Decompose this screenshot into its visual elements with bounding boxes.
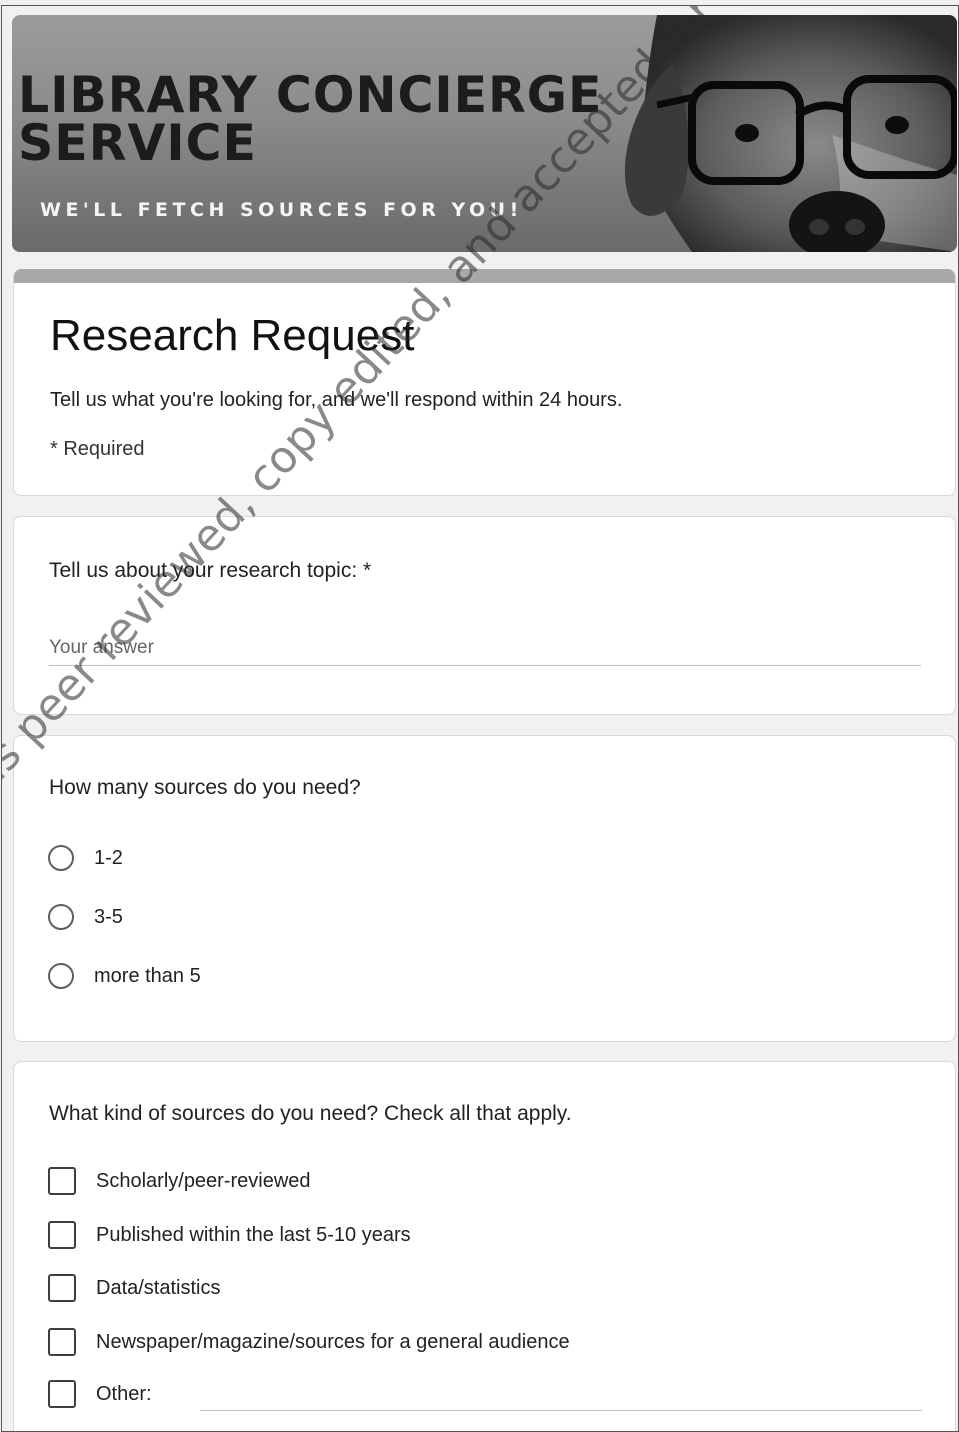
radio-option-label: more than 5 (94, 964, 201, 987)
radio-option-3-5[interactable]: 3-5 (48, 901, 123, 933)
checkbox-label: Published within the last 5-10 years (96, 1223, 411, 1246)
other-text-input[interactable] (200, 1410, 922, 1411)
question-topic-label: Tell us about your research topic: * (49, 559, 372, 582)
header-banner: LIBRARY CONCIERGE SERVICE WE'LL FETCH SO… (12, 15, 957, 252)
checkbox-other[interactable]: Other: (48, 1378, 152, 1410)
checkbox-label: Scholarly/peer-reviewed (96, 1169, 311, 1192)
question-count-card: How many sources do you need? 1-2 3-5 mo… (13, 735, 956, 1042)
radio-option-label: 1-2 (94, 846, 123, 869)
checkbox-recent[interactable]: Published within the last 5-10 years (48, 1219, 411, 1251)
checkbox[interactable] (48, 1274, 76, 1302)
radio-button[interactable] (48, 845, 74, 871)
dog-with-glasses-image (624, 15, 957, 252)
checkbox-label: Newspaper/magazine/sources for a general… (96, 1330, 570, 1353)
question-count-label: How many sources do you need? (49, 776, 361, 799)
question-topic-card: Tell us about your research topic: * You… (13, 516, 956, 715)
checkbox-scholarly[interactable]: Scholarly/peer-reviewed (48, 1165, 311, 1197)
question-kinds-card: What kind of sources do you need? Check … (13, 1061, 956, 1431)
checkbox[interactable] (48, 1380, 76, 1408)
checkbox-label: Data/statistics (96, 1276, 221, 1299)
radio-option-1-2[interactable]: 1-2 (48, 842, 123, 874)
checkbox[interactable] (48, 1221, 76, 1249)
banner-tagline: WE'LL FETCH SOURCES FOR YOU! (40, 199, 523, 221)
required-note: * Required (50, 438, 145, 460)
form-page: LIBRARY CONCIERGE SERVICE WE'LL FETCH SO… (1, 5, 959, 1432)
checkbox-data[interactable]: Data/statistics (48, 1272, 220, 1304)
form-description: Tell us what you're looking for, and we'… (50, 389, 623, 411)
topic-answer-input[interactable]: Your answer (49, 637, 921, 666)
checkbox-general-audience[interactable]: Newspaper/magazine/sources for a general… (48, 1326, 570, 1358)
accent-bar (14, 269, 955, 283)
checkbox[interactable] (48, 1328, 76, 1356)
checkbox-label: Other: (96, 1382, 152, 1405)
radio-option-more-than-5[interactable]: more than 5 (48, 960, 201, 992)
form-title: Research Request (50, 311, 415, 360)
radio-option-label: 3-5 (94, 905, 123, 928)
banner-title: LIBRARY CONCIERGE SERVICE (18, 66, 603, 172)
form-header-card: Research Request Tell us what you're loo… (13, 269, 956, 496)
checkbox[interactable] (48, 1167, 76, 1195)
question-kinds-label: What kind of sources do you need? Check … (49, 1102, 572, 1125)
radio-button[interactable] (48, 963, 74, 989)
radio-button[interactable] (48, 904, 74, 930)
